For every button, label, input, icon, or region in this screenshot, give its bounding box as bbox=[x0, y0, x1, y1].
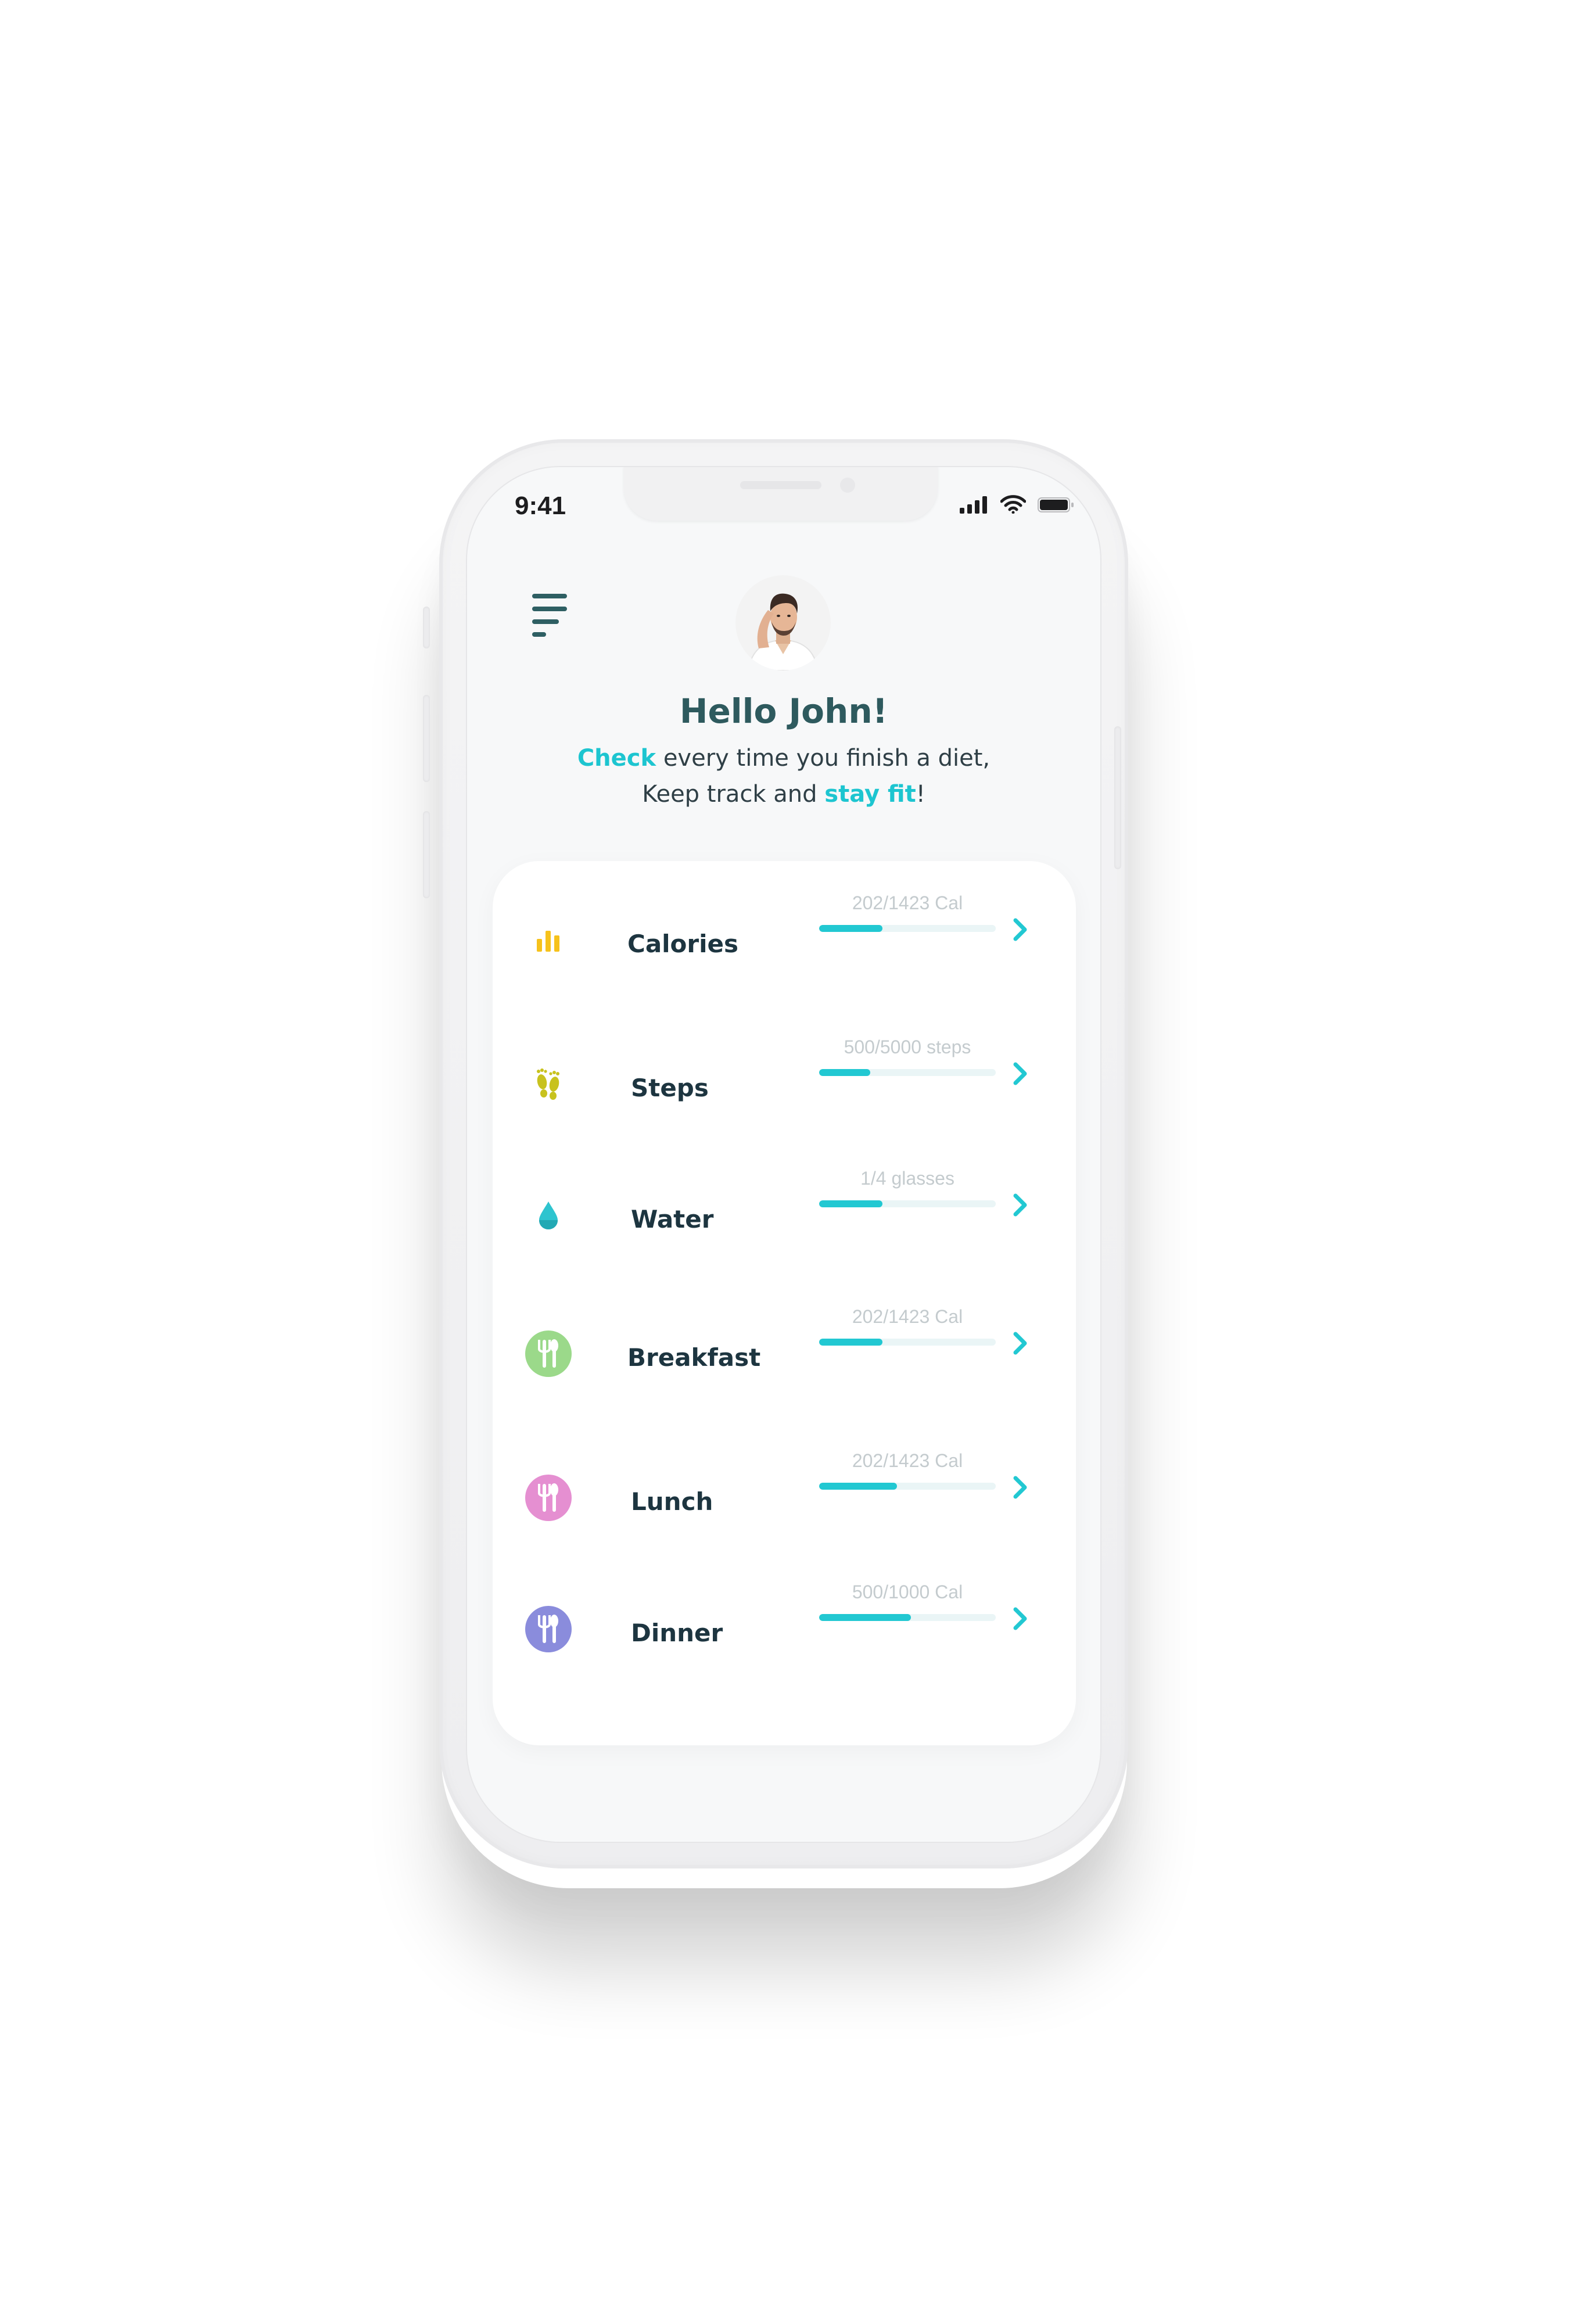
subtitle-line-2-post: ! bbox=[916, 781, 925, 808]
progress-fill bbox=[819, 1339, 883, 1346]
progress-track bbox=[819, 1483, 996, 1490]
subtitle-line-2: Keep track and stay fit! bbox=[467, 776, 1100, 812]
progress-track bbox=[819, 1614, 996, 1621]
subtitle-line-1-text: every time you finish a diet, bbox=[656, 745, 991, 772]
volume-down-button bbox=[423, 811, 430, 898]
front-camera bbox=[840, 478, 855, 493]
cutlery-icon bbox=[524, 1329, 573, 1378]
tracker-label: Calories bbox=[627, 930, 739, 958]
status-time: 9:41 bbox=[515, 492, 566, 520]
progress-track bbox=[819, 1069, 996, 1076]
tracker-label: Breakfast bbox=[627, 1343, 761, 1372]
tracker-value: 500/1000 Cal bbox=[852, 1581, 963, 1602]
wifi-icon bbox=[1000, 495, 1026, 514]
tracker-value: 202/1423 Cal bbox=[852, 1450, 963, 1471]
progress-fill bbox=[819, 1483, 897, 1490]
progress-fill bbox=[819, 1614, 911, 1621]
water-drop-icon bbox=[524, 1191, 573, 1240]
tracker-row-water[interactable]: Water 1/4 glasses bbox=[493, 1168, 1076, 1267]
chevron-right-icon[interactable] bbox=[1004, 913, 1036, 946]
speaker-grille bbox=[740, 481, 821, 489]
chevron-right-icon[interactable] bbox=[1004, 1471, 1036, 1504]
tracker-value: 202/1423 Cal bbox=[852, 892, 963, 913]
profile-photo bbox=[735, 575, 831, 670]
bar-chart-icon bbox=[524, 916, 573, 964]
signal-icon bbox=[960, 496, 987, 514]
greeting-subtitle: Check every time you finish a diet, Keep… bbox=[467, 740, 1100, 812]
tracker-label: Water bbox=[631, 1205, 714, 1233]
tracker-row-steps[interactable]: Steps 500/5000 steps bbox=[493, 1037, 1076, 1135]
progress-fill bbox=[819, 925, 883, 932]
tracker-label: Lunch bbox=[631, 1487, 713, 1516]
mute-switch bbox=[423, 607, 430, 648]
progress-track bbox=[819, 1200, 996, 1207]
progress-fill bbox=[819, 1069, 871, 1076]
tracker-value: 1/4 glasses bbox=[860, 1168, 954, 1189]
tracker-label: Dinner bbox=[631, 1619, 723, 1647]
subtitle-line-2-pre: Keep track and bbox=[642, 781, 825, 808]
chevron-right-icon[interactable] bbox=[1004, 1189, 1036, 1221]
status-icons bbox=[960, 495, 1075, 514]
tracker-label: Steps bbox=[631, 1074, 709, 1102]
subtitle-line-1: Check every time you finish a diet, bbox=[467, 740, 1100, 776]
progress-fill bbox=[819, 1200, 883, 1207]
progress-track bbox=[819, 925, 996, 932]
footprints-icon bbox=[524, 1060, 573, 1109]
menu-icon[interactable] bbox=[532, 594, 573, 640]
tracker-row-lunch[interactable]: Lunch 202/1423 Cal bbox=[493, 1450, 1076, 1549]
chevron-right-icon[interactable] bbox=[1004, 1602, 1036, 1635]
progress-track bbox=[819, 1339, 996, 1346]
phone-screen: 9:41 Hello John! Check every time you fi… bbox=[467, 467, 1100, 1842]
cutlery-icon bbox=[524, 1605, 573, 1654]
subtitle-accent-check: Check bbox=[577, 745, 656, 772]
tracker-row-calories[interactable]: Calories 202/1423 Cal bbox=[493, 892, 1076, 991]
tracker-value: 500/5000 steps bbox=[844, 1037, 971, 1057]
notch bbox=[624, 467, 938, 521]
cutlery-icon bbox=[524, 1473, 573, 1522]
tracker-value: 202/1423 Cal bbox=[852, 1306, 963, 1327]
power-button bbox=[1114, 726, 1121, 869]
battery-icon bbox=[1038, 497, 1074, 512]
chevron-right-icon[interactable] bbox=[1004, 1327, 1036, 1360]
tracker-card: Calories 202/1423 Cal Steps 500/5000 ste… bbox=[493, 861, 1076, 1745]
chevron-right-icon[interactable] bbox=[1004, 1057, 1036, 1090]
subtitle-accent-stay-fit: stay fit bbox=[824, 781, 916, 808]
tracker-row-dinner[interactable]: Dinner 500/1000 Cal bbox=[493, 1581, 1076, 1680]
avatar[interactable] bbox=[735, 575, 831, 670]
volume-up-button bbox=[423, 695, 430, 782]
tracker-row-breakfast[interactable]: Breakfast 202/1423 Cal bbox=[493, 1306, 1076, 1405]
greeting-title: Hello John! bbox=[679, 691, 888, 731]
